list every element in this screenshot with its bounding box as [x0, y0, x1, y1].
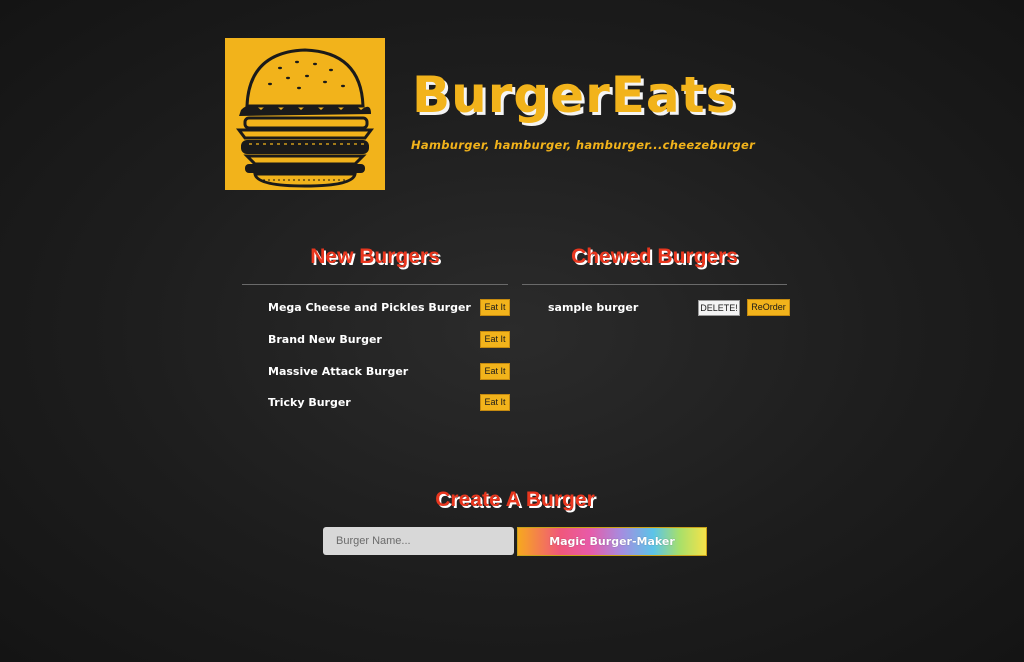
reorder-button[interactable]: ReOrder: [747, 299, 790, 316]
new-burger-name: Tricky Burger: [268, 396, 351, 409]
page-title: BurgerEats: [412, 66, 737, 124]
new-burger-name: Mega Cheese and Pickles Burger: [268, 301, 471, 314]
chewed-burgers-divider: [522, 284, 787, 285]
chewed-burger-item: sample burger DELETE! ReOrder: [548, 299, 791, 321]
eat-it-button[interactable]: Eat It: [480, 363, 510, 380]
new-burger-item: Brand New Burger Eat It: [268, 331, 511, 353]
new-burger-name: Massive Attack Burger: [268, 365, 409, 378]
magic-burger-maker-button[interactable]: Magic Burger-Maker: [517, 527, 707, 556]
chewed-burgers-heading: Chewed Burgers: [571, 245, 738, 268]
new-burger-item: Mega Cheese and Pickles Burger Eat It: [268, 299, 511, 321]
new-burgers-divider: [242, 284, 508, 285]
burger-logo-icon: [225, 38, 385, 190]
new-burger-item: Massive Attack Burger Eat It: [268, 363, 511, 385]
create-burger-heading: Create A Burger: [435, 488, 595, 511]
delete-button[interactable]: DELETE!: [698, 300, 740, 316]
new-burger-item: Tricky Burger Eat It: [268, 394, 511, 416]
tagline: Hamburger, hamburger, hamburger...cheeze…: [411, 138, 756, 152]
chewed-burger-name: sample burger: [548, 301, 639, 314]
eat-it-button[interactable]: Eat It: [480, 331, 510, 348]
new-burgers-heading: New Burgers: [310, 245, 440, 268]
eat-it-button[interactable]: Eat It: [480, 299, 510, 316]
new-burger-name: Brand New Burger: [268, 333, 382, 346]
burger-name-input[interactable]: [323, 527, 514, 555]
eat-it-button[interactable]: Eat It: [480, 394, 510, 411]
